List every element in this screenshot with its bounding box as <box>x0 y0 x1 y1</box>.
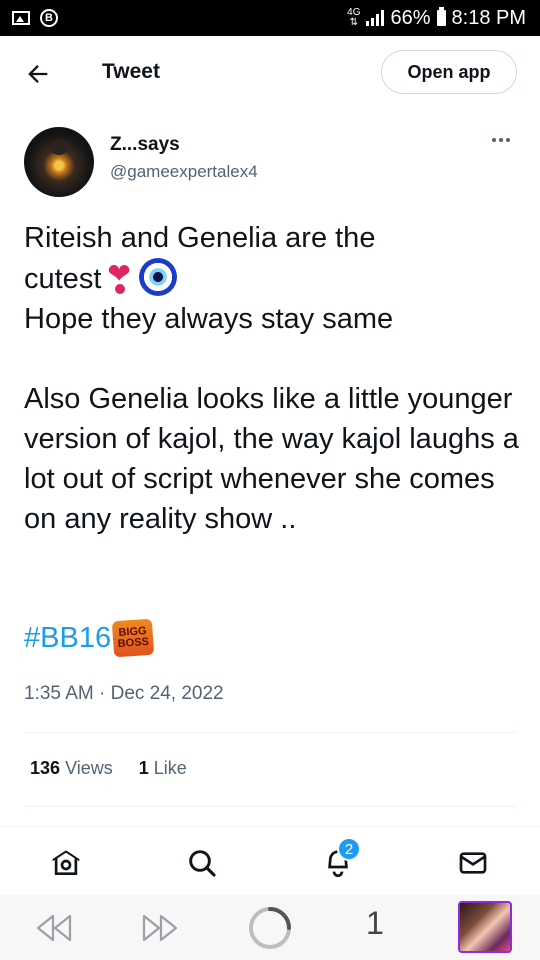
hashtag-row: #BB16 BIGG BOSS <box>24 618 155 658</box>
likes-label: Like <box>153 758 187 778</box>
tweet-paragraph-2: Also Genelia looks like a little younger… <box>24 383 519 535</box>
profile-thumbnail[interactable] <box>458 901 512 953</box>
messages-envelope-icon[interactable] <box>457 847 489 879</box>
status-bar: B 4G ⇅ 66% 8:18 PM <box>0 0 540 36</box>
page-title: Tweet <box>102 60 160 83</box>
views-label: Views <box>65 758 113 778</box>
loading-spinner-icon[interactable] <box>247 905 293 951</box>
gallery-notification-icon <box>12 11 30 25</box>
tweet-timestamp[interactable]: 1:35 AM · Dec 24, 2022 <box>24 683 224 705</box>
bottom-navigation <box>0 826 540 893</box>
b-notification-icon: B <box>40 9 58 27</box>
tweet-line-1: Riteish and Genelia are the <box>24 222 376 254</box>
battery-percent: 66% <box>390 6 431 29</box>
likes-stat[interactable]: 1 Like <box>139 758 187 779</box>
bigg-boss-hashtag-emoji-icon: BIGG BOSS <box>111 618 155 658</box>
battery-icon <box>436 7 446 26</box>
browser-toolbar: 1 <box>0 895 540 960</box>
signal-icon <box>366 10 385 26</box>
likes-count: 1 <box>138 758 149 778</box>
hashtag-link[interactable]: #BB16 <box>24 622 111 655</box>
author-display-name[interactable]: Z...says <box>110 134 180 156</box>
network-type-icon: 4G ⇅ <box>347 7 361 28</box>
tweet-stats: 136 Views 1 Like <box>30 758 187 779</box>
open-app-button[interactable]: Open app <box>381 50 517 94</box>
browser-back-icon[interactable] <box>34 913 74 943</box>
divider <box>24 806 517 807</box>
back-arrow-icon[interactable] <box>24 60 52 88</box>
home-icon[interactable] <box>50 847 82 879</box>
heart-exclamation-emoji-icon <box>107 254 131 294</box>
views-stat[interactable]: 136 Views <box>30 758 113 779</box>
tab-count[interactable]: 1 <box>366 905 384 942</box>
author-handle[interactable]: @gameexpertalex4 <box>110 162 258 182</box>
views-count: 136 <box>30 758 61 778</box>
divider <box>24 732 517 733</box>
notifications-badge: 2 <box>337 837 361 861</box>
bb-logo-text-2: BOSS <box>117 635 150 651</box>
tweet-line-2: cutest <box>24 254 519 299</box>
tweet-line-3: Hope they always stay same <box>24 303 394 335</box>
clock: 8:18 PM <box>451 6 526 29</box>
tweet-text: Riteish and Genelia are the cutest Hope … <box>24 218 519 539</box>
author-avatar[interactable] <box>24 127 94 197</box>
more-options-icon[interactable] <box>492 138 510 142</box>
search-icon[interactable] <box>186 847 218 879</box>
browser-forward-icon[interactable] <box>140 913 180 943</box>
top-header: Tweet Open app <box>0 36 540 112</box>
nazar-amulet-emoji-icon <box>139 258 178 296</box>
